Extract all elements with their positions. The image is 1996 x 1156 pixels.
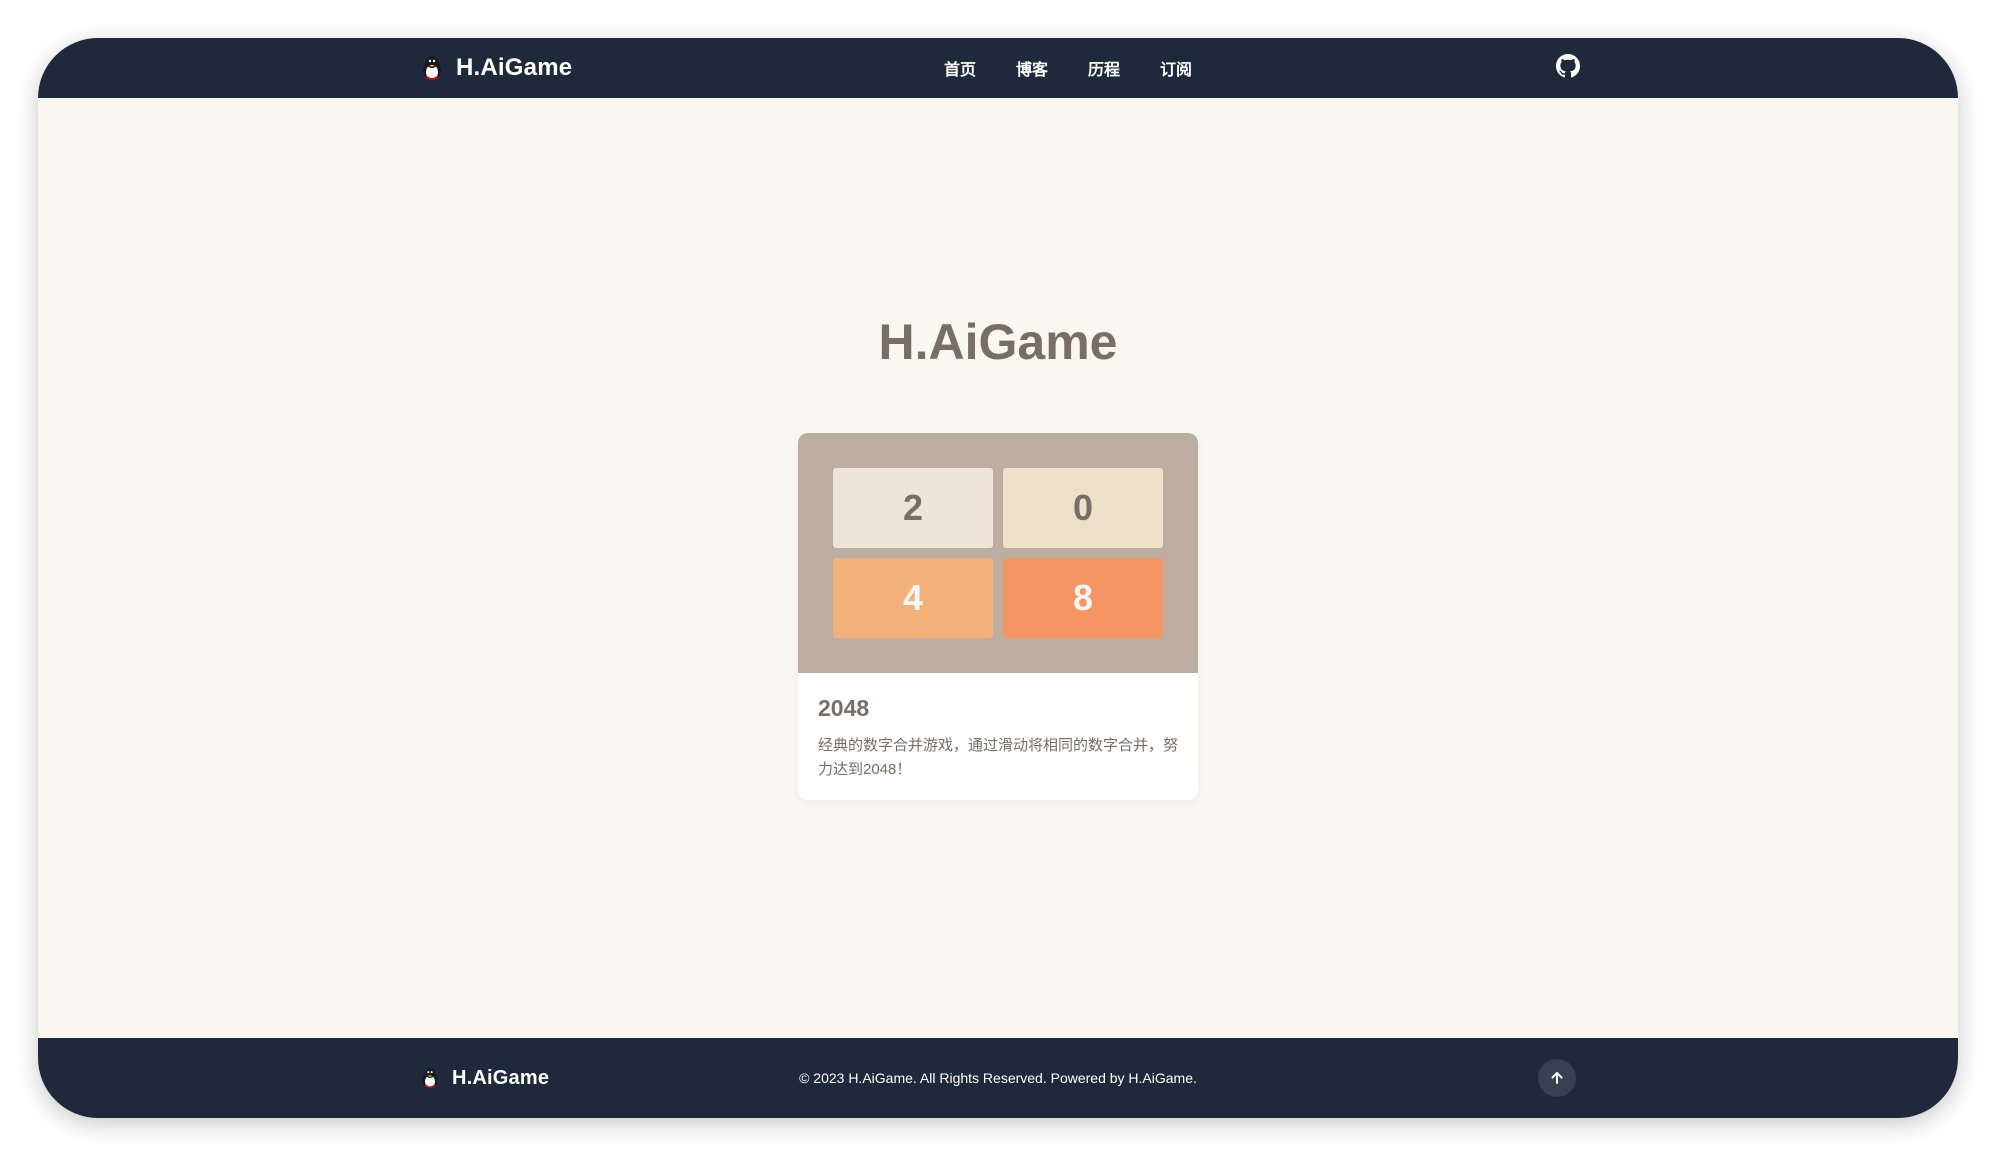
preview-tile: 0 — [1003, 468, 1163, 548]
app-window: H.AiGame 首页 博客 历程 订阅 H.AiGame 2 0 4 8 20… — [38, 38, 1958, 1118]
game-description: 经典的数字合并游戏，通过滑动将相同的数字合并，努力达到2048！ — [818, 737, 1179, 778]
page-title: H.AiGame — [878, 314, 1118, 370]
nav-item-home[interactable]: 首页 — [944, 56, 976, 80]
main-content: H.AiGame 2 0 4 8 2048 经典的数字合并游戏，通过滑动将相同的… — [38, 98, 1958, 1038]
game-title: 2048 — [818, 695, 870, 721]
game-card-body: 2048 经典的数字合并游戏，通过滑动将相同的数字合并，努力达到2048！ — [818, 695, 1178, 782]
main-nav: 首页 博客 历程 订阅 — [944, 38, 1232, 98]
github-icon[interactable] — [1556, 54, 1580, 78]
footer: H.AiGame © 2023 H.AiGame. All Rights Res… — [38, 1038, 1958, 1118]
arrow-up-icon — [1551, 1072, 1563, 1084]
game-card-2048[interactable]: 2 0 4 8 2048 经典的数字合并游戏，通过滑动将相同的数字合并，努力达到… — [798, 433, 1198, 800]
game-preview-board: 2 0 4 8 — [798, 433, 1198, 673]
copyright-text: © 2023 H.AiGame. All Rights Reserved. Po… — [799, 1070, 1197, 1086]
brand-link[interactable]: H.AiGame — [420, 38, 572, 98]
nav-item-blog[interactable]: 博客 — [1016, 56, 1048, 80]
back-to-top-button[interactable] — [1538, 1059, 1576, 1097]
preview-tile: 2 — [833, 468, 993, 548]
penguin-logo-icon — [423, 56, 441, 80]
preview-tile: 8 — [1003, 558, 1163, 638]
preview-tile: 4 — [833, 558, 993, 638]
nav-item-subscribe[interactable]: 订阅 — [1160, 56, 1192, 80]
top-navbar: H.AiGame 首页 博客 历程 订阅 — [38, 38, 1958, 98]
nav-item-history[interactable]: 历程 — [1088, 56, 1120, 80]
brand-name: H.AiGame — [456, 54, 573, 81]
